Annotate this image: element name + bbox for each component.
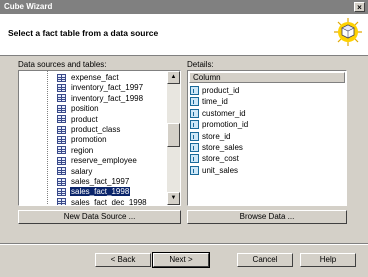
- column-item[interactable]: product_id: [190, 85, 239, 96]
- details-label: Details:: [187, 60, 214, 69]
- column-icon: [190, 165, 199, 175]
- column-icon: [190, 143, 199, 152]
- close-button[interactable]: ×: [354, 2, 365, 12]
- table-icon: [57, 177, 66, 186]
- column-item[interactable]: store_id: [190, 131, 230, 142]
- column-icon: [190, 131, 199, 141]
- column-item-label: store_sales: [202, 143, 243, 152]
- tree-item-label: product_class: [71, 125, 121, 134]
- column-icon: [190, 86, 199, 95]
- tree-item-label: expense_fact: [71, 73, 119, 82]
- column-icon: [190, 120, 199, 130]
- table-icon: [57, 198, 66, 205]
- table-icon: [57, 94, 66, 103]
- tree-item[interactable]: sales_fact_1998: [57, 186, 132, 198]
- help-button-label: Help: [319, 255, 337, 264]
- scroll-down-icon: ▼: [170, 195, 177, 201]
- tree-item[interactable]: reserve_employee: [57, 155, 138, 166]
- new-data-source-button[interactable]: New Data Source ...: [18, 210, 181, 224]
- tree-item[interactable]: position: [57, 103, 100, 114]
- table-icon: [57, 104, 66, 113]
- wizard-header: Select a fact table from a data source: [0, 14, 368, 56]
- browse-data-label: Browse Data ...: [239, 212, 295, 221]
- cancel-button[interactable]: Cancel: [237, 253, 293, 267]
- tree-item[interactable]: inventory_fact_1998: [57, 93, 144, 104]
- tree-item-label: inventory_fact_1997: [71, 83, 144, 93]
- window-title: Cube Wizard: [4, 2, 53, 11]
- tree-item[interactable]: expense_fact: [57, 72, 120, 83]
- table-icon: [57, 83, 66, 92]
- tree-item-label: promotion: [71, 135, 107, 145]
- column-icon: [190, 108, 199, 118]
- table-icon: [57, 73, 66, 82]
- help-button[interactable]: Help: [300, 253, 356, 267]
- scroll-thumb[interactable]: [167, 123, 180, 147]
- tree-scrollbar[interactable]: ▲ ▼: [167, 71, 180, 205]
- tree-item[interactable]: sales_fact_1997: [57, 176, 130, 187]
- column-item[interactable]: promotion_id: [190, 119, 248, 130]
- scroll-up-button[interactable]: ▲: [167, 71, 180, 84]
- back-button[interactable]: < Back: [95, 253, 151, 267]
- tree-item-label: sales_fact_1997: [71, 177, 130, 186]
- table-icon: [57, 146, 66, 155]
- tree-item[interactable]: product: [57, 114, 99, 125]
- next-button-label: Next >: [169, 255, 193, 264]
- browse-data-button[interactable]: Browse Data ...: [187, 210, 347, 224]
- tree-item-label: reserve_employee: [71, 156, 137, 166]
- tree-item[interactable]: product_class: [57, 124, 121, 135]
- tree-item-label: region: [71, 145, 94, 155]
- data-sources-label: Data sources and tables:: [18, 60, 107, 69]
- cancel-button-label: Cancel: [252, 255, 278, 264]
- new-data-source-label: New Data Source ...: [63, 212, 136, 221]
- tree-item[interactable]: inventory_fact_1997: [57, 82, 144, 93]
- tree-item[interactable]: sales_fact_dec_1998: [57, 197, 148, 206]
- tree-item[interactable]: promotion: [57, 134, 108, 145]
- column-icon: [190, 97, 199, 107]
- tree-item[interactable]: region: [57, 145, 94, 156]
- tree-item-label: position: [71, 104, 99, 114]
- table-icon: [57, 115, 66, 124]
- tree-item-label: product: [71, 114, 98, 124]
- table-icon: [57, 187, 66, 196]
- column-item[interactable]: store_cost: [190, 153, 239, 164]
- tree-connector-line: [47, 71, 48, 205]
- column-header[interactable]: Column: [189, 72, 345, 83]
- column-item-label: promotion_id: [202, 120, 249, 130]
- column-item-label: customer_id: [202, 108, 246, 118]
- column-item[interactable]: time_id: [190, 96, 228, 107]
- tree-item-label: salary: [71, 166, 93, 176]
- cube-icon: [334, 18, 362, 46]
- window-titlebar: Cube Wizard ×: [0, 0, 368, 14]
- scroll-down-button[interactable]: ▼: [167, 192, 180, 205]
- column-item-label: product_id: [202, 86, 240, 95]
- tree-item-label: sales_fact_1998: [68, 186, 132, 198]
- back-button-label: < Back: [110, 255, 136, 264]
- column-icon: [190, 154, 199, 164]
- column-item-label: store_id: [202, 131, 231, 141]
- footer-separator: [0, 243, 368, 245]
- tree-item-label: inventory_fact_1998: [71, 93, 144, 103]
- column-item[interactable]: store_sales: [190, 142, 243, 153]
- tree-item-label: sales_fact_dec_1998: [71, 197, 147, 206]
- tree-item[interactable]: salary: [57, 166, 93, 177]
- table-icon: [57, 135, 66, 144]
- details-list[interactable]: Column product_id time_id customer_idpromo…: [187, 70, 347, 206]
- scroll-up-icon: ▲: [170, 74, 177, 80]
- data-sources-tree[interactable]: expense_fact inventory_fact_1997 inventory…: [18, 70, 181, 206]
- column-item-label: unit_sales: [202, 165, 239, 175]
- table-icon: [57, 125, 66, 134]
- column-item-label: time_id: [202, 97, 228, 107]
- table-icon: [57, 156, 66, 165]
- column-item-label: store_cost: [202, 154, 239, 164]
- next-button[interactable]: Next >: [152, 252, 210, 268]
- table-icon: [57, 167, 66, 176]
- column-item[interactable]: unit_sales: [190, 165, 238, 176]
- page-title: Select a fact table from a data source: [8, 28, 159, 38]
- column-item[interactable]: customer_id: [190, 108, 246, 119]
